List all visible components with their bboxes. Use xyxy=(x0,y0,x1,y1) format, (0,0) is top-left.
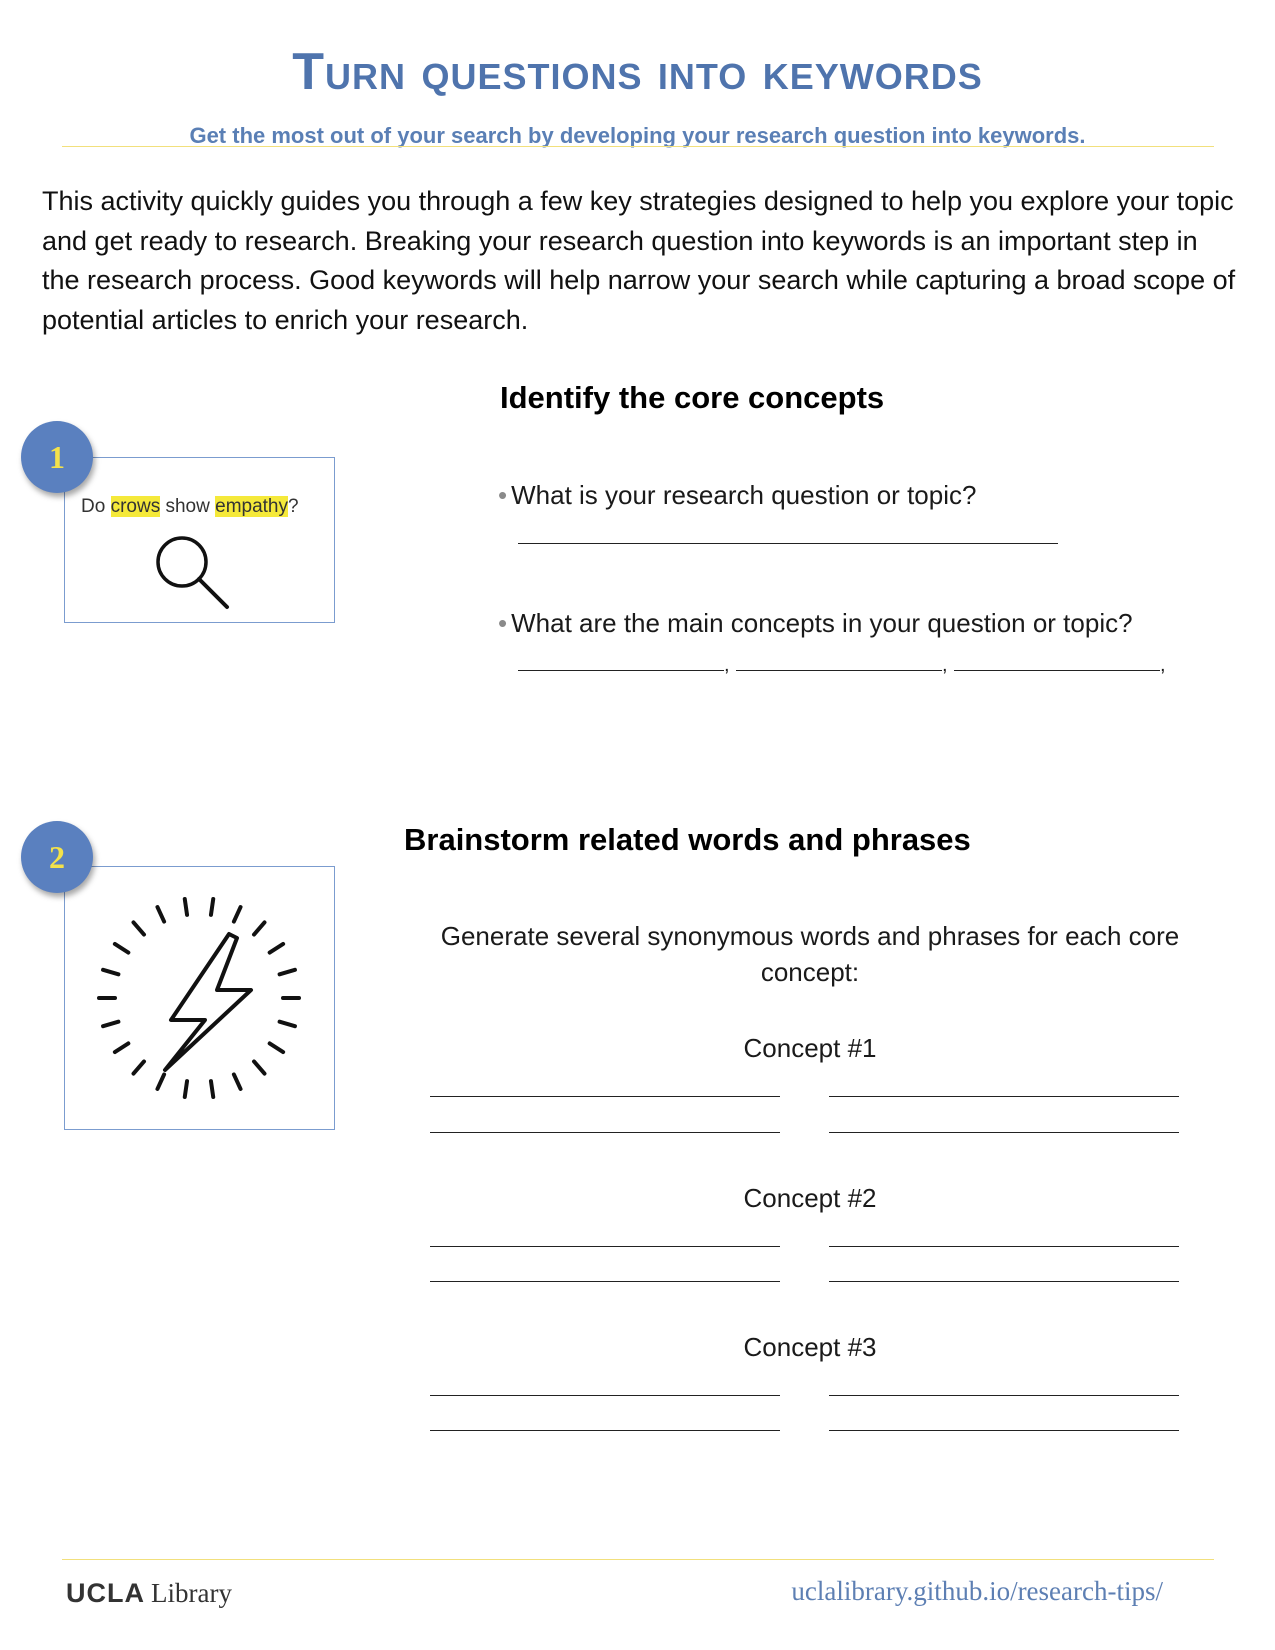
burst-tick xyxy=(277,967,297,977)
concept-2-blank-d[interactable] xyxy=(829,1281,1179,1282)
research-question-blank[interactable] xyxy=(518,543,1058,544)
bullet-icon: • xyxy=(498,480,508,510)
highlighted-keyword: empathy xyxy=(215,496,288,517)
burst-tick xyxy=(208,1079,216,1099)
concept-2-blank-a[interactable] xyxy=(430,1246,780,1247)
burst-tick xyxy=(252,920,267,937)
footer-divider xyxy=(62,1559,1214,1560)
burst-tick xyxy=(267,941,286,955)
comma: , xyxy=(724,654,730,676)
step1-illustration-frame: Do crows show empathy? xyxy=(64,457,335,623)
bullet-icon: • xyxy=(498,608,508,638)
burst-tick xyxy=(231,1072,243,1091)
concept-1-blank-b[interactable] xyxy=(829,1096,1179,1097)
concept-3-blank-a[interactable] xyxy=(430,1395,780,1396)
page-title: Turn questions into keywords xyxy=(292,43,983,101)
lightning-burst-icon xyxy=(97,897,301,1099)
comma: , xyxy=(942,654,948,676)
step2-instruction: Generate several synonymous words and ph… xyxy=(440,921,1180,987)
burst-tick xyxy=(182,897,190,917)
magnifier-icon xyxy=(156,536,229,609)
concept-2-label: Concept #2 xyxy=(743,1183,877,1213)
step1-question-1: • What is your research question or topic… xyxy=(498,480,977,510)
concept-2-blank-b[interactable] xyxy=(829,1246,1179,1247)
burst-tick xyxy=(112,941,131,955)
burst-tick xyxy=(208,897,216,917)
burst-tick xyxy=(131,1059,146,1076)
concept-1-blank-a[interactable] xyxy=(430,1096,780,1097)
concept-1-label: Concept #1 xyxy=(743,1033,877,1063)
research-tips-link[interactable]: uclalibrary.github.io/research-tips/ xyxy=(791,1576,1163,1607)
concept-3-label: Concept #3 xyxy=(743,1332,877,1362)
highlighted-keyword: crows xyxy=(110,496,161,517)
concept-1-blank-d[interactable] xyxy=(829,1132,1179,1133)
burst-tick xyxy=(277,1019,297,1029)
burst-tick xyxy=(131,920,146,937)
step2-illustration-frame xyxy=(64,866,335,1130)
concept-3-blank-c[interactable] xyxy=(430,1430,780,1431)
burst-tick xyxy=(101,967,121,977)
intro-paragraph: This activity quickly guides you through… xyxy=(42,186,1236,335)
burst-tick xyxy=(231,905,243,924)
concept-blank-1[interactable] xyxy=(518,670,724,671)
concept-3-blank-d[interactable] xyxy=(829,1430,1179,1431)
concept-blank-2[interactable] xyxy=(736,670,942,671)
header-divider xyxy=(62,146,1214,147)
step2-number-badge: 2 xyxy=(21,821,93,893)
burst-tick xyxy=(112,1041,131,1055)
comma: , xyxy=(1160,654,1166,676)
burst-tick xyxy=(182,1079,190,1099)
burst-tick xyxy=(155,1072,167,1091)
concept-1-blank-c[interactable] xyxy=(430,1132,780,1133)
concept-3-blank-b[interactable] xyxy=(829,1395,1179,1396)
ucla-library-logo: UCLA Library xyxy=(66,1578,232,1608)
step1-heading: Identify the core concepts xyxy=(500,380,885,415)
concept-2-blank-c[interactable] xyxy=(430,1281,780,1282)
step1-number-badge: 1 xyxy=(21,421,93,493)
burst-tick xyxy=(252,1059,267,1076)
step2-heading: Brainstorm related words and phrases xyxy=(404,822,971,857)
burst-tick xyxy=(101,1019,121,1029)
step1-question-2: • What are the main concepts in your ques… xyxy=(498,608,1133,638)
burst-tick xyxy=(267,1041,286,1055)
illustration-question: Do crows show empathy? xyxy=(81,496,299,517)
concept-blank-3[interactable] xyxy=(954,670,1160,671)
burst-tick xyxy=(155,905,167,924)
